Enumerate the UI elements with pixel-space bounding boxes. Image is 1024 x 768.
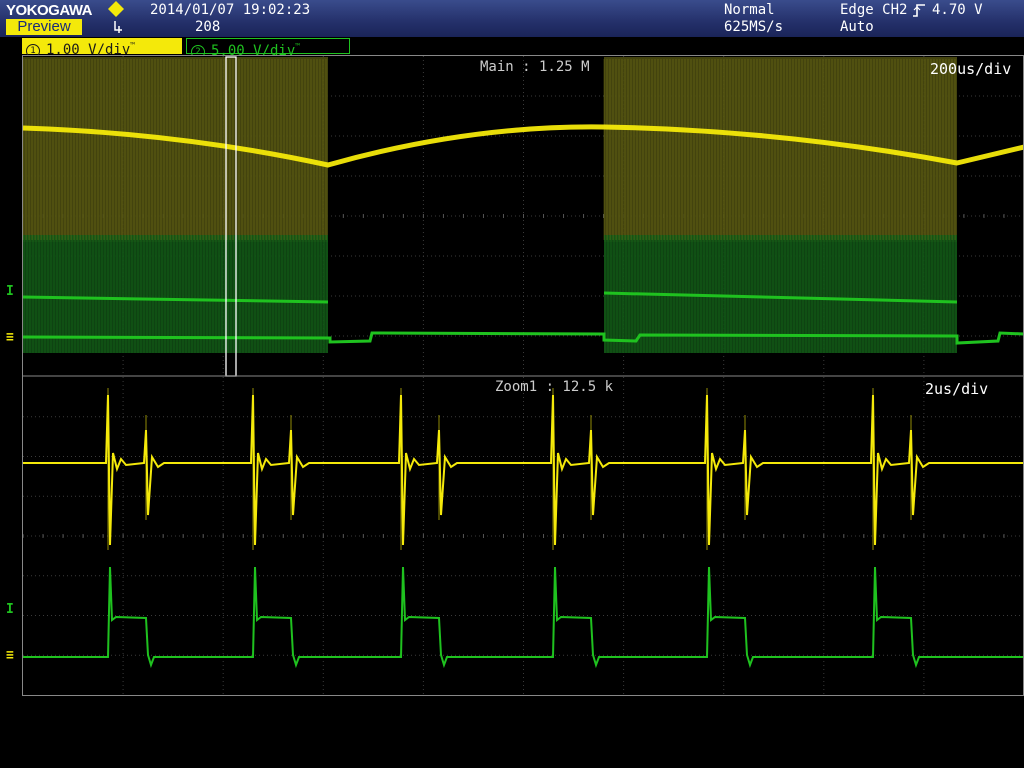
zoom-timebase: 2us/div [925,380,989,398]
trigger-level-marker[interactable]: I [6,284,14,299]
trigger-level: 4.70 V [932,2,983,18]
channel-1-scale[interactable]: 1 1.00 V/div™ [22,38,182,58]
main-record-label: Main : 1.25 M [480,59,590,75]
waveform-display[interactable] [0,55,1024,768]
trigger-level-marker-zoom[interactable]: I [6,602,14,617]
main-timebase: 200us/div [930,60,1012,78]
acquisition-mode: Normal [724,2,775,18]
channel-2-scale[interactable]: 2 5.00 V/div™ [186,38,350,59]
datetime-readout: 2014/01/07 19:02:23 [150,2,311,18]
ground-marker-zoom[interactable]: ≡ [6,648,14,663]
zoom-record-label: Zoom1 : 12.5 k [495,379,614,395]
run-state-icon [114,21,122,33]
ground-marker-ch1[interactable]: ≡ [6,330,14,345]
preview-button[interactable]: Preview [6,19,82,35]
acquisition-count: 208 [195,19,221,35]
sample-rate: 625MS/s [724,19,784,35]
brand-logo: YOKOGAWA [6,2,93,19]
trigger-type: Edge CH2 [840,2,908,18]
status-header: YOKOGAWA Preview 2014/01/07 19:02:23 208… [0,0,1024,37]
rising-edge-icon [913,4,925,17]
trigger-mode: Auto [840,19,874,35]
diamond-icon [108,1,124,17]
